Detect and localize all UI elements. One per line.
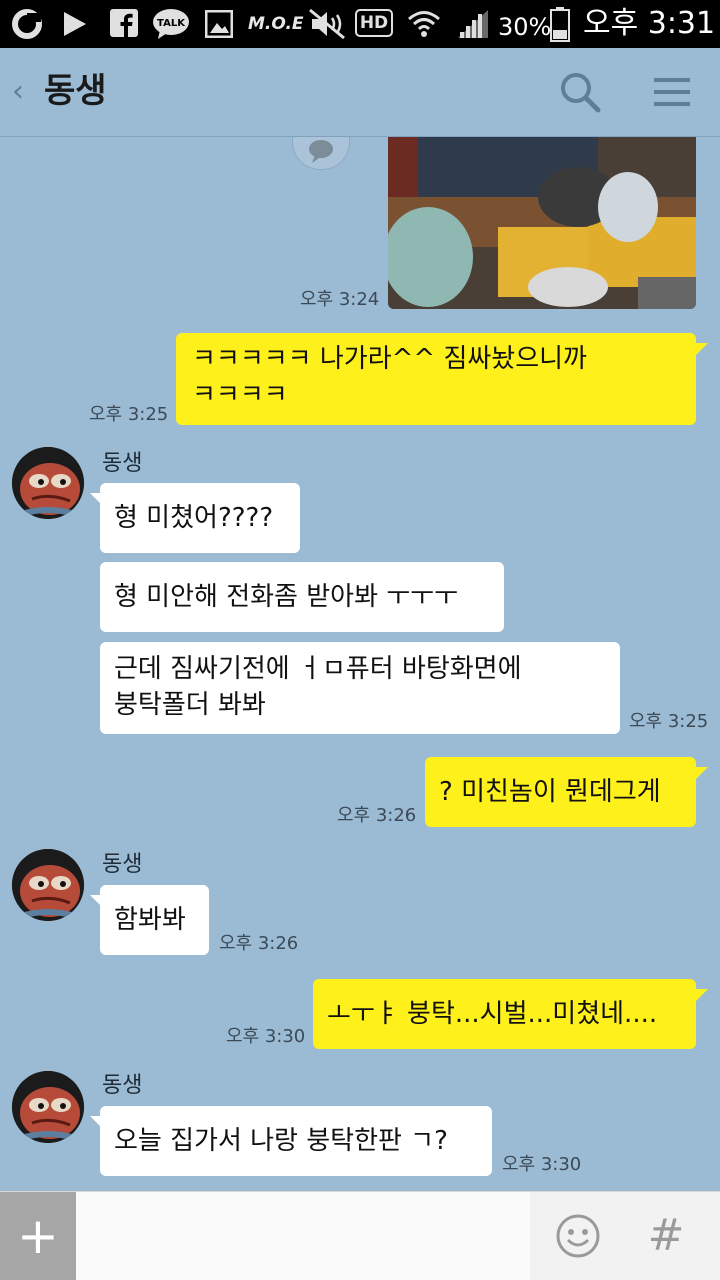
message-timestamp: 오후 3:25 <box>89 404 169 425</box>
attach-plus-button[interactable]: + <box>0 1192 76 1280</box>
emoji-icon[interactable] <box>555 1213 601 1259</box>
photo-share-button[interactable] <box>292 137 350 170</box>
chat-title[interactable]: 동생 <box>44 68 107 114</box>
my-message-bubble[interactable]: ㅗㅜㅑ 붕탁...시벌...미쳤네.... <box>313 979 696 1049</box>
message-text: ? 미친놈이 뭔데그게 <box>439 777 661 807</box>
my-message-bubble[interactable]: ㅋㅋㅋㅋㅋ 나가라^^ 짐싸놨으니까 ㅋㅋㅋㅋ <box>176 333 696 425</box>
message-timestamp: 오후 3:26 <box>219 933 299 954</box>
pepe-avatar-icon <box>12 447 84 519</box>
hd-voice-icon: HD <box>355 9 393 37</box>
message-input[interactable] <box>76 1192 530 1280</box>
sender-name: 동생 <box>102 852 143 877</box>
battery-percent: 30% <box>498 13 552 41</box>
message-timestamp: 오후 3:30 <box>226 1026 306 1047</box>
chevron-left-icon[interactable]: ‹ <box>12 74 32 110</box>
status-bar: TALK M.O.E HD 30% 오후 3:31 <box>0 0 720 48</box>
search-icon[interactable] <box>558 70 602 114</box>
pepe-avatar-icon <box>12 1071 84 1143</box>
message-timestamp: 오후 3:30 <box>502 1154 582 1175</box>
photo-image <box>388 137 696 309</box>
message-text: 붕탁폴더 봐봐 <box>114 690 266 720</box>
other-message-bubble[interactable]: 형 미쳤어???? <box>100 483 300 553</box>
hamburger-menu-icon[interactable] <box>652 72 692 112</box>
gallery-icon <box>205 10 233 38</box>
bubble-tail <box>694 767 708 781</box>
message-text: ㅋㅋㅋㅋ <box>192 380 288 410</box>
battery-icon <box>550 7 570 42</box>
message-text: 형 미쳤어???? <box>114 503 274 533</box>
avatar[interactable] <box>12 447 84 519</box>
talk-label: TALK <box>157 18 186 29</box>
sender-name: 동생 <box>102 451 143 476</box>
hd-label: HD <box>359 13 389 33</box>
carrier-logo-icon <box>12 9 42 39</box>
pepe-avatar-icon <box>12 849 84 921</box>
avatar[interactable] <box>12 1071 84 1143</box>
other-message-bubble[interactable]: 함봐봐 <box>100 885 209 955</box>
clock: 오후 3:31 <box>583 6 716 41</box>
avatar[interactable] <box>12 849 84 921</box>
message-text: 오늘 집가서 나랑 붕탁한판 ㄱ? <box>114 1126 448 1156</box>
message-text: 함봐봐 <box>114 905 186 935</box>
speech-bubble-icon <box>309 140 333 163</box>
mute-icon <box>309 8 345 40</box>
message-text: 형 미안해 전화좀 받아봐 ㅜㅜㅜ <box>114 582 459 612</box>
moe-icon: M.O.E <box>248 14 304 34</box>
kakaotalk-icon: TALK <box>153 9 189 39</box>
bubble-tail <box>694 989 708 1003</box>
play-store-icon <box>64 12 86 36</box>
photo-message[interactable] <box>388 137 696 309</box>
wifi-icon <box>408 11 440 37</box>
facebook-icon <box>110 9 138 37</box>
other-message-bubble[interactable]: 형 미안해 전화좀 받아봐 ㅜㅜㅜ <box>100 562 504 632</box>
photo-timestamp: 오후 3:24 <box>300 289 380 310</box>
message-timestamp: 오후 3:26 <box>337 805 417 826</box>
message-text: ㅋㅋㅋㅋㅋ 나가라^^ 짐싸놨으니까 <box>192 344 587 374</box>
message-text: ㅗㅜㅑ 붕탁...시벌...미쳤네.... <box>327 999 658 1029</box>
other-message-bubble[interactable]: 근데 짐싸기전에 ㅓㅁ퓨터 바탕화면에 붕탁폴더 봐봐 <box>100 642 620 734</box>
hash-button[interactable]: # <box>646 1208 686 1264</box>
sender-name: 동생 <box>102 1073 143 1098</box>
signal-icon <box>458 10 488 38</box>
bubble-tail <box>694 343 708 357</box>
other-message-bubble[interactable]: 오늘 집가서 나랑 붕탁한판 ㄱ? <box>100 1106 492 1176</box>
chat-header: ‹ 동생 <box>0 48 720 137</box>
message-input-bar: + # <box>0 1191 720 1280</box>
my-message-bubble[interactable]: ? 미친놈이 뭔데그게 <box>425 757 696 827</box>
message-text: 근데 짐싸기전에 ㅓㅁ퓨터 바탕화면에 <box>114 654 522 684</box>
message-timestamp: 오후 3:25 <box>629 711 709 732</box>
chat-area[interactable]: 오후 3:24 ㅋㅋㅋㅋㅋ 나가라^^ 짐싸놨으니까 ㅋㅋㅋㅋ 오후 3:25 … <box>0 137 720 1190</box>
